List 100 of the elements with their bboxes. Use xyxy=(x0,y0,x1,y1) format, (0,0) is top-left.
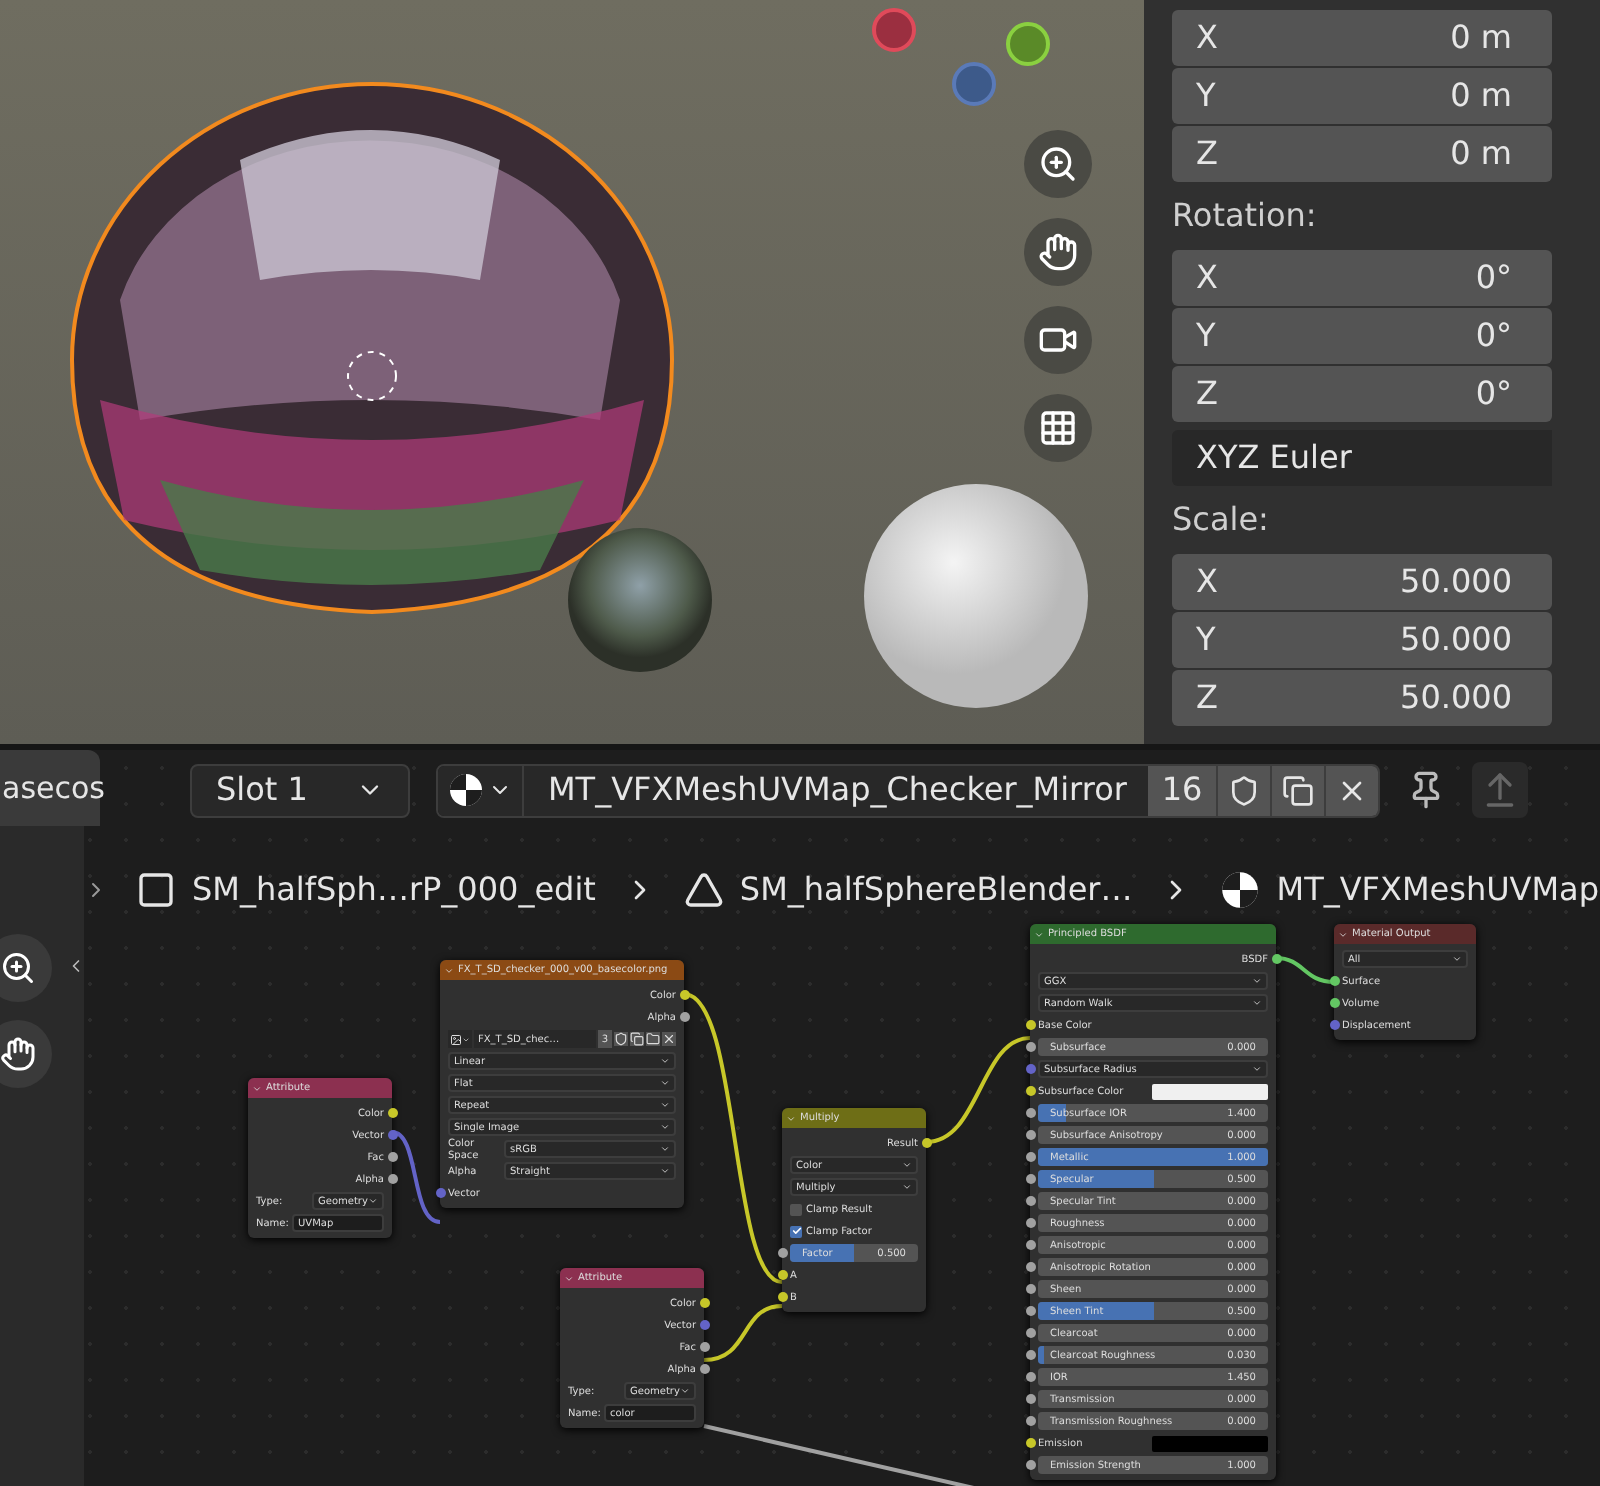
socket-icon[interactable] xyxy=(699,1298,709,1308)
material-browse-button[interactable] xyxy=(438,765,522,815)
chevron-icon xyxy=(660,1144,670,1154)
number-field[interactable]: Z 50.000 xyxy=(1172,670,1552,726)
socket-icon[interactable] xyxy=(1025,1284,1035,1294)
close-icon[interactable] xyxy=(1324,765,1378,815)
number-field[interactable]: X 0 m xyxy=(1172,10,1552,66)
chevron-icon xyxy=(1452,954,1462,964)
socket-icon[interactable] xyxy=(1025,1372,1035,1382)
square-icon xyxy=(136,870,176,910)
duplicate-icon[interactable] xyxy=(1270,765,1324,815)
field-value: 0 m xyxy=(1450,16,1514,60)
fake-user-icon[interactable] xyxy=(1216,765,1270,815)
slot-dropdown[interactable]: Slot 1 xyxy=(190,763,410,817)
socket-icon[interactable] xyxy=(1025,1042,1035,1052)
color-swatch[interactable] xyxy=(1152,1435,1268,1451)
breadcrumb-item[interactable]: SM_halfSphereBlender… xyxy=(739,866,1133,914)
socket-icon[interactable] xyxy=(1025,1240,1035,1250)
number-field[interactable]: Y 50.000 xyxy=(1172,612,1552,668)
field-value: 50.000 xyxy=(1400,560,1514,604)
number-field[interactable]: X 0° xyxy=(1172,250,1552,306)
socket-icon[interactable] xyxy=(777,1292,787,1302)
axis-label: X xyxy=(1196,16,1218,60)
chevron-icon xyxy=(368,1196,378,1206)
axis-label: Z xyxy=(1196,132,1218,176)
socket-icon[interactable] xyxy=(1025,1350,1035,1360)
axis-label: X xyxy=(1196,560,1218,604)
field-value: 0° xyxy=(1475,256,1514,300)
chevron-icon xyxy=(902,1160,912,1170)
breadcrumb-item[interactable]: MT_VFXMeshUVMap xyxy=(1276,866,1599,914)
duplicate-icon[interactable] xyxy=(630,1032,644,1046)
axis-label: Y xyxy=(1196,74,1216,118)
socket-icon[interactable] xyxy=(1271,954,1281,964)
socket-icon[interactable] xyxy=(1025,1438,1035,1448)
checkbox[interactable] xyxy=(790,1225,802,1237)
socket-icon[interactable] xyxy=(777,1270,787,1280)
field-value: 50.000 xyxy=(1400,676,1514,720)
folder-icon[interactable] xyxy=(646,1032,660,1046)
image-browse-button[interactable] xyxy=(448,1030,472,1048)
axis-label: Z xyxy=(1196,676,1218,720)
axis-label: X xyxy=(1196,256,1218,300)
socket-icon[interactable] xyxy=(1025,1416,1035,1426)
breadcrumb-item[interactable]: SM_halfSph…rP_000_edit xyxy=(192,866,596,914)
field-value: 0° xyxy=(1475,314,1514,358)
socket-icon[interactable] xyxy=(1025,1108,1035,1118)
triangle-icon xyxy=(683,870,724,910)
number-field[interactable]: X 50.000 xyxy=(1172,554,1552,610)
field-value: 50.000 xyxy=(1400,618,1514,662)
socket-icon[interactable] xyxy=(1025,1152,1035,1162)
socket-icon[interactable] xyxy=(699,1364,709,1374)
chevron-icon xyxy=(1252,998,1262,1008)
axis-label: Y xyxy=(1196,618,1216,662)
socket-icon[interactable] xyxy=(1025,1130,1035,1140)
chevron-icon xyxy=(660,1166,670,1176)
chevron-icon xyxy=(1252,976,1262,986)
number-field[interactable]: Y 0 m xyxy=(1172,68,1552,124)
field-value: 0 m xyxy=(1450,132,1514,176)
material-sphere-icon xyxy=(448,772,484,808)
image-icon xyxy=(450,1033,462,1045)
socket-icon[interactable] xyxy=(1329,976,1339,986)
rotation-mode-dropdown[interactable]: XYZ Euler xyxy=(1172,430,1552,486)
user-count[interactable]: 16 xyxy=(1148,765,1216,815)
socket-icon[interactable] xyxy=(1025,1086,1035,1096)
color-swatch[interactable] xyxy=(1152,1083,1268,1099)
chevron-icon xyxy=(680,1386,690,1396)
chevron-icon xyxy=(902,1182,912,1192)
number-field[interactable]: Y 0° xyxy=(1172,308,1552,364)
number-field[interactable]: Z 0 m xyxy=(1172,126,1552,182)
material-sphere-icon xyxy=(1220,870,1261,910)
number-field[interactable]: Z 0° xyxy=(1172,366,1552,422)
socket-icon[interactable] xyxy=(1025,1328,1035,1338)
socket-icon[interactable] xyxy=(1025,1020,1035,1030)
chevron-icon xyxy=(1252,1064,1262,1074)
chevron-icon xyxy=(660,1078,670,1088)
chevron-icon xyxy=(660,1100,670,1110)
socket-icon[interactable] xyxy=(1025,1306,1035,1316)
socket-icon[interactable] xyxy=(387,1152,397,1162)
socket-icon[interactable] xyxy=(1025,1460,1035,1470)
chevron-icon xyxy=(660,1122,670,1132)
socket-icon[interactable] xyxy=(1025,1196,1035,1206)
socket-icon[interactable] xyxy=(699,1342,709,1352)
socket-icon[interactable] xyxy=(777,1248,787,1258)
material-name-field[interactable]: MT_VFXMeshUVMap_Checker_Mirror xyxy=(522,765,1148,815)
socket-icon[interactable] xyxy=(921,1138,931,1148)
section-label: Rotation: xyxy=(1172,194,1319,238)
socket-icon[interactable] xyxy=(1329,998,1339,1008)
shader-node[interactable] xyxy=(1030,924,1276,1480)
socket-icon[interactable] xyxy=(1025,1218,1035,1228)
socket-icon[interactable] xyxy=(387,1174,397,1184)
socket-icon[interactable] xyxy=(679,1012,689,1022)
socket-icon[interactable] xyxy=(1025,1394,1035,1404)
side-tab[interactable]: asecos xyxy=(0,750,100,826)
socket-icon[interactable] xyxy=(679,990,689,1000)
checkbox[interactable] xyxy=(790,1203,802,1215)
socket-icon[interactable] xyxy=(1025,1174,1035,1184)
collapse-icon[interactable] xyxy=(1338,929,1348,939)
axis-label: Y xyxy=(1196,314,1216,358)
field-value: 0° xyxy=(1475,372,1514,416)
socket-icon[interactable] xyxy=(1025,1262,1035,1272)
socket-icon[interactable] xyxy=(387,1108,397,1118)
